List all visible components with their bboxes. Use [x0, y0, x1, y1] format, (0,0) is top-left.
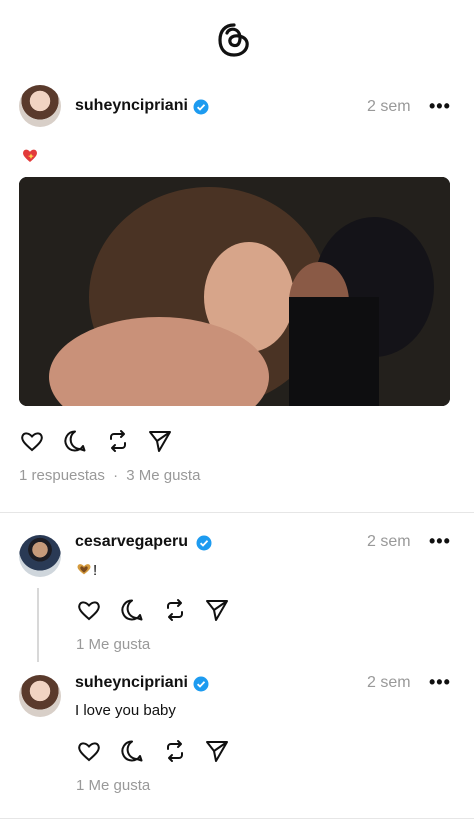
repost-icon[interactable]	[162, 597, 188, 623]
separator: ·	[113, 467, 119, 484]
repost-icon[interactable]	[105, 428, 131, 454]
post-photo[interactable]	[19, 177, 450, 406]
more-options-icon[interactable]: •••	[429, 531, 451, 552]
more-options-icon[interactable]: •••	[429, 96, 451, 117]
post-time: 2 sem	[367, 533, 411, 550]
like-icon[interactable]	[76, 597, 102, 623]
heart-hands-icon	[77, 564, 91, 575]
thread-line	[37, 588, 39, 662]
more-options-icon[interactable]: •••	[429, 672, 451, 693]
verified-badge-icon	[193, 99, 209, 115]
post-time: 2 sem	[367, 674, 411, 691]
reply-actions	[76, 738, 236, 766]
verified-badge-icon	[193, 676, 209, 692]
username[interactable]: suheyncipriani	[75, 97, 188, 115]
like-icon[interactable]	[19, 428, 45, 454]
username[interactable]: cesarvegaperu	[75, 533, 188, 551]
reply-icon[interactable]	[62, 428, 88, 454]
avatar[interactable]	[19, 675, 61, 717]
sparkling-heart-icon	[23, 149, 37, 162]
likes-count[interactable]: 3 Me gusta	[126, 467, 200, 484]
post-actions	[19, 428, 179, 456]
verified-badge-icon	[196, 535, 212, 551]
post-divider	[0, 512, 474, 513]
photo-couple	[19, 177, 450, 406]
likes-count[interactable]: 1 Me gusta	[76, 636, 150, 653]
share-icon[interactable]	[204, 738, 230, 764]
share-icon[interactable]	[204, 597, 230, 623]
likes-count[interactable]: 1 Me gusta	[76, 777, 150, 794]
reply-actions	[76, 597, 236, 625]
reply-body: !	[75, 560, 97, 579]
reply-text: I love you baby	[75, 702, 176, 719]
share-icon[interactable]	[147, 428, 173, 454]
bottom-divider	[0, 818, 474, 819]
replies-count[interactable]: 1 respuestas	[19, 467, 105, 484]
reply-text: !	[93, 562, 98, 579]
avatar[interactable]	[19, 85, 61, 127]
post-stats: 1 respuestas · 3 Me gusta	[19, 467, 200, 484]
username[interactable]: suheyncipriani	[75, 674, 188, 692]
reply-icon[interactable]	[119, 738, 145, 764]
post-time: 2 sem	[367, 98, 411, 115]
threads-logo-icon[interactable]	[217, 22, 251, 58]
reply-icon[interactable]	[119, 597, 145, 623]
avatar[interactable]	[19, 535, 61, 577]
like-icon[interactable]	[76, 738, 102, 764]
repost-icon[interactable]	[162, 738, 188, 764]
